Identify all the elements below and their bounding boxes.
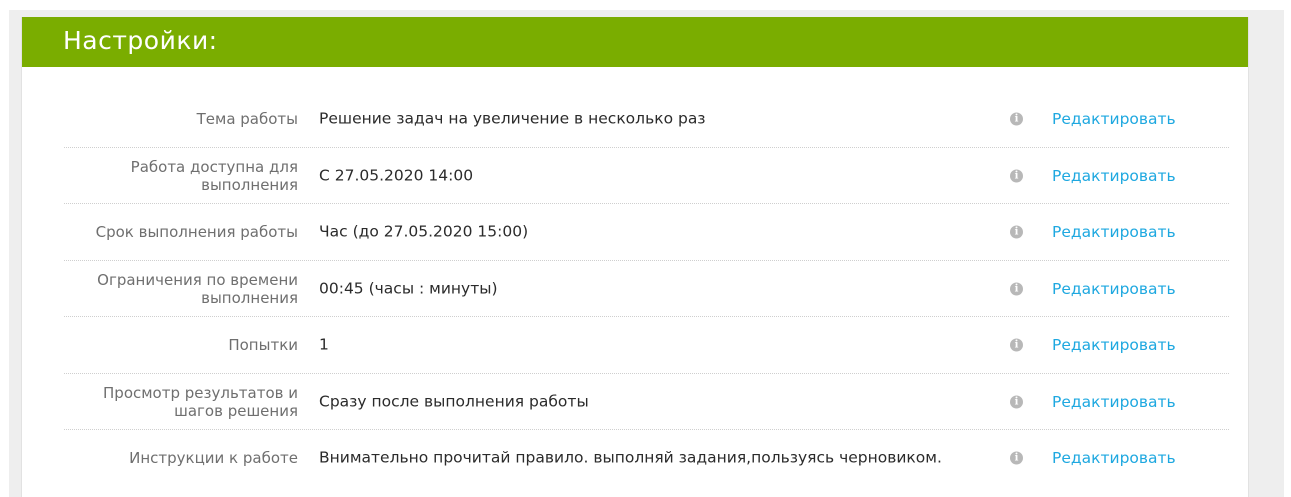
edit-results-view-link[interactable]: Редактировать [1052, 393, 1176, 411]
setting-row-instructions: Инструкции к работе Внимательно прочитай… [22, 430, 1248, 487]
info-icon[interactable]: i [1010, 169, 1023, 183]
setting-value-results-view: Сразу после выполнения работы [319, 392, 589, 411]
setting-value-availability: С 27.05.2020 14:00 [319, 166, 474, 185]
edit-time-limit-link[interactable]: Редактировать [1052, 280, 1176, 298]
settings-panel-header: Настройки: [22, 17, 1248, 67]
setting-label-time-limit: Ограничения по времени выполнения [97, 270, 298, 307]
setting-label-results-view: Просмотр результатов и шагов решения [103, 383, 298, 420]
edit-instructions-link[interactable]: Редактировать [1052, 449, 1176, 467]
edit-attempts-link[interactable]: Редактировать [1052, 336, 1176, 354]
settings-title: Настройки: [63, 26, 218, 55]
setting-row-topic: Тема работы Решение задач на увеличение … [22, 91, 1248, 148]
setting-value-instructions: Внимательно прочитай правило. выполняй з… [319, 448, 942, 467]
setting-value-topic: Решение задач на увеличение в несколько … [319, 109, 706, 128]
info-icon[interactable]: i [1010, 112, 1023, 126]
setting-row-availability: Работа доступна для выполнения С 27.05.2… [22, 148, 1248, 205]
setting-label-availability: Работа доступна для выполнения [130, 157, 298, 194]
setting-value-deadline: Час (до 27.05.2020 15:00) [319, 222, 529, 241]
setting-row-time-limit: Ограничения по времени выполнения 00:45 … [22, 261, 1248, 318]
settings-panel: Настройки: Тема работы Решение задач на … [21, 17, 1249, 497]
info-icon[interactable]: i [1010, 225, 1023, 239]
setting-value-attempts: 1 [319, 335, 329, 354]
settings-list: Тема работы Решение задач на увеличение … [22, 91, 1248, 487]
setting-row-results-view: Просмотр результатов и шагов решения Сра… [22, 374, 1248, 431]
edit-deadline-link[interactable]: Редактировать [1052, 223, 1176, 241]
info-icon[interactable]: i [1010, 338, 1023, 352]
setting-label-instructions: Инструкции к работе [129, 449, 298, 468]
setting-value-time-limit: 00:45 (часы : минуты) [319, 279, 498, 298]
setting-label-attempts: Попытки [228, 336, 298, 355]
setting-row-attempts: Попытки 1 i Редактировать [22, 317, 1248, 374]
setting-label-topic: Тема работы [196, 110, 298, 129]
edit-topic-link[interactable]: Редактировать [1052, 110, 1176, 128]
info-icon[interactable]: i [1010, 451, 1023, 465]
setting-label-deadline: Срок выполнения работы [95, 223, 298, 242]
edit-availability-link[interactable]: Редактировать [1052, 167, 1176, 185]
info-icon[interactable]: i [1010, 395, 1023, 409]
setting-row-deadline: Срок выполнения работы Час (до 27.05.202… [22, 204, 1248, 261]
info-icon[interactable]: i [1010, 282, 1023, 296]
